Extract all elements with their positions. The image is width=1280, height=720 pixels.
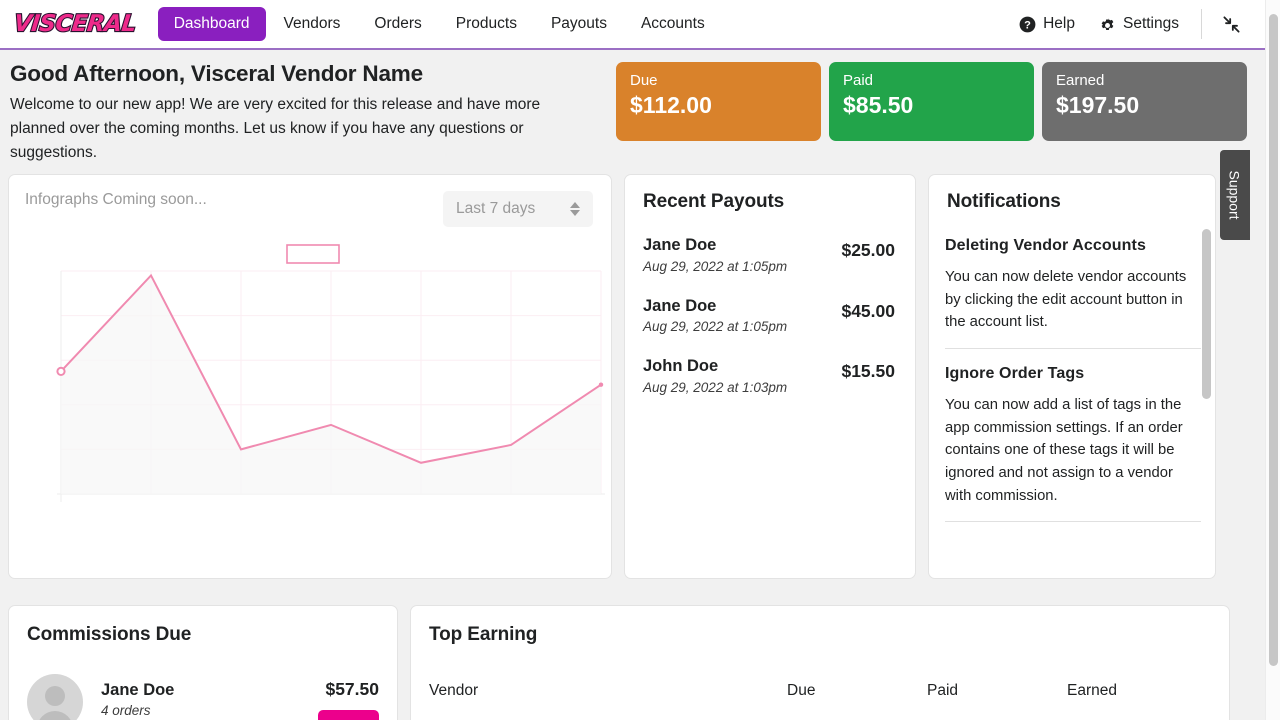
notification-body: You can now delete vendor accounts by cl… <box>945 269 1187 331</box>
payout-amount: $45.00 <box>841 300 895 321</box>
stat-label-paid: Paid <box>843 72 874 89</box>
notification-title: Ignore Order Tags <box>945 365 1085 383</box>
support-tab[interactable]: Support <box>1220 150 1250 240</box>
notifications-scrollbar[interactable] <box>1202 229 1211 400</box>
payout-date: Aug 29, 2022 at 1:03pm <box>643 380 788 396</box>
support-tab-label: Support <box>1227 170 1244 220</box>
payout-row[interactable]: Jane Doe Aug 29, 2022 at 1:05pm $45.00 <box>643 296 895 335</box>
commission-amount: $57.50 <box>325 679 379 700</box>
notifications-scroll-area[interactable]: Deleting Vendor Accounts You can now del… <box>929 237 1215 577</box>
collapse-button[interactable] <box>1212 7 1251 42</box>
infographs-card: Infographs Coming soon... Last 7 days <box>8 174 612 580</box>
page-scrollbar-thumb[interactable] <box>1269 14 1278 666</box>
payout-amount: $25.00 <box>841 240 895 261</box>
help-label: Help <box>1043 15 1075 32</box>
stat-label-due: Due <box>630 72 658 89</box>
date-range-value: Last 7 days <box>456 200 536 218</box>
avatar <box>27 674 83 720</box>
top-navigation-bar: VISCERAL Dashboard Vendors Orders Produc… <box>0 0 1265 50</box>
top-earning-title: Top Earning <box>429 624 538 646</box>
gear-icon <box>1099 16 1116 33</box>
stat-card-due[interactable]: Due $112.00 <box>616 62 821 141</box>
commissions-due-title: Commissions Due <box>27 624 192 646</box>
nav-item-payouts[interactable]: Payouts <box>535 7 623 41</box>
commission-vendor-sub: 4 orders <box>101 703 151 719</box>
stat-card-paid[interactable]: Paid $85.50 <box>829 62 1034 141</box>
welcome-text: Welcome to our new app! We are very exci… <box>10 96 541 162</box>
notification-title: Deleting Vendor Accounts <box>945 237 1146 255</box>
dashboard-bottom-row: Commissions Due Jane Doe 4 orders $57.50… <box>0 579 1265 720</box>
recent-payouts-title: Recent Payouts <box>643 191 785 213</box>
column-header-due[interactable]: Due <box>787 682 927 709</box>
top-earning-table: Vendor Due Paid Earned <box>429 682 1207 709</box>
line-chart[interactable] <box>9 227 612 527</box>
page-viewport: VISCERAL Dashboard Vendors Orders Produc… <box>0 0 1265 720</box>
hero-section: Good Afternoon, Visceral Vendor Name Wel… <box>0 50 1265 165</box>
stat-label-earned: Earned <box>1056 72 1105 89</box>
page-title: Good Afternoon, Visceral Vendor Name <box>10 61 423 86</box>
nav-utility-group: ? Help Settings <box>1007 7 1251 42</box>
notification-item[interactable]: Ignore Order Tags You can now add a list… <box>945 365 1201 523</box>
top-earning-card: Top Earning Vendor Due Paid Earned <box>410 605 1230 720</box>
help-icon: ? <box>1019 16 1036 33</box>
avatar-head-shape <box>45 686 65 707</box>
avatar-body-shape <box>37 711 73 720</box>
primary-nav: Dashboard Vendors Orders Products Payout… <box>157 7 721 41</box>
commission-vendor-info: Jane Doe 4 orders <box>101 674 174 718</box>
stat-value-earned: $197.50 <box>1056 92 1140 118</box>
nav-item-products[interactable]: Products <box>440 7 533 41</box>
commissions-due-card: Commissions Due Jane Doe 4 orders $57.50… <box>8 605 398 720</box>
notification-item[interactable]: Deleting Vendor Accounts You can now del… <box>945 237 1201 350</box>
nav-item-vendors[interactable]: Vendors <box>268 7 357 41</box>
settings-label: Settings <box>1122 15 1179 32</box>
recent-payouts-card: Recent Payouts Jane Doe Aug 29, 2022 at … <box>624 174 916 580</box>
table-header-row: Vendor Due Paid Earned <box>429 682 1207 709</box>
collapse-arrows-icon <box>1222 15 1241 34</box>
stepper-chevrons-icon <box>570 202 580 217</box>
payout-vendor-name: Jane Doe <box>643 236 717 255</box>
chart-header: Infographs Coming soon... Last 7 days <box>9 175 611 228</box>
commission-vendor-name: Jane Doe <box>101 681 175 700</box>
nav-item-orders[interactable]: Orders <box>358 7 437 41</box>
payout-row[interactable]: Jane Doe Aug 29, 2022 at 1:05pm $25.00 <box>643 235 895 274</box>
payout-vendor-name: Jane Doe <box>643 296 717 315</box>
nav-item-dashboard[interactable]: Dashboard <box>157 7 266 41</box>
settings-button[interactable]: Settings <box>1087 7 1191 41</box>
payout-date: Aug 29, 2022 at 1:05pm <box>643 258 788 274</box>
notifications-title: Notifications <box>947 191 1061 213</box>
notification-body: You can now add a list of tags in the ap… <box>945 397 1183 504</box>
payout-vendor-name: John Doe <box>643 357 719 376</box>
payout-amount: $15.50 <box>841 361 895 382</box>
payout-row[interactable]: John Doe Aug 29, 2022 at 1:03pm $15.50 <box>643 356 895 395</box>
column-header-vendor[interactable]: Vendor <box>429 682 787 709</box>
date-range-select[interactable]: Last 7 days <box>443 191 593 228</box>
page-scrollbar[interactable] <box>1265 0 1280 720</box>
commission-row[interactable]: Jane Doe 4 orders $57.50 Pay <box>27 674 379 720</box>
dashboard-main-row: Infographs Coming soon... Last 7 days Re… <box>0 165 1265 580</box>
svg-text:?: ? <box>1024 19 1031 31</box>
nav-divider <box>1201 9 1202 39</box>
help-button[interactable]: ? Help <box>1007 7 1087 41</box>
greeting-block: Good Afternoon, Visceral Vendor Name Wel… <box>8 60 598 165</box>
column-header-earned[interactable]: Earned <box>1067 682 1207 709</box>
notifications-card: Notifications Deleting Vendor Accounts Y… <box>928 174 1216 580</box>
pay-button[interactable]: Pay <box>318 710 379 720</box>
nav-item-accounts[interactable]: Accounts <box>625 7 721 41</box>
chart-title: Infographs Coming soon... <box>25 191 207 209</box>
payout-date: Aug 29, 2022 at 1:05pm <box>643 319 788 335</box>
app-logo[interactable]: VISCERAL <box>4 9 145 39</box>
summary-stat-cards: Due $112.00 Paid $85.50 Earned $197.50 <box>616 60 1247 141</box>
stat-value-paid: $85.50 <box>843 92 914 118</box>
stat-card-earned[interactable]: Earned $197.50 <box>1042 62 1247 141</box>
commission-action-group: $57.50 Pay <box>318 674 379 720</box>
stat-value-due: $112.00 <box>630 92 712 118</box>
column-header-paid[interactable]: Paid <box>927 682 1067 709</box>
